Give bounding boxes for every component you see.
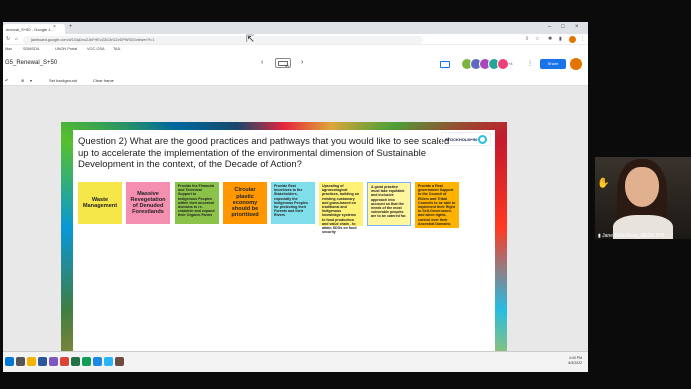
jamboard-canvas[interactable]: Question 2) What are the good practices … bbox=[3, 86, 588, 372]
chrome-icon[interactable] bbox=[60, 357, 69, 366]
clock-date: 6/3/2022 bbox=[568, 361, 582, 365]
logo-text: STOCKHOLM+50 bbox=[445, 137, 478, 142]
sticky-note[interactable]: Upscaling of agroecological practices, b… bbox=[319, 182, 363, 234]
jamboard-header: G5_Renewal_S+50 ‹ 5/5 › +4 ⋮ Share bbox=[3, 53, 588, 75]
user-avatar[interactable] bbox=[570, 58, 582, 70]
word-icon[interactable] bbox=[38, 357, 47, 366]
zoom-icon[interactable]: ⊕ bbox=[21, 78, 24, 83]
more-options-icon[interactable]: ⋮ bbox=[527, 60, 533, 67]
url-text: jamboard.google.com/d/1GqDnoZJbFHEvZ3G3r… bbox=[31, 37, 155, 42]
minimize-icon[interactable]: – bbox=[548, 24, 551, 30]
excel-icon[interactable] bbox=[71, 357, 80, 366]
mouse-cursor-icon: ⇱ bbox=[246, 34, 255, 45]
question-text: Question 2) What are the good practices … bbox=[78, 136, 450, 170]
sidebar-icon[interactable]: ▮ bbox=[559, 36, 562, 42]
menu-icon[interactable]: ⋮ bbox=[580, 36, 585, 42]
new-tab-icon[interactable]: + bbox=[69, 24, 73, 30]
slide-frame: Question 2) What are the good practices … bbox=[61, 122, 507, 372]
set-background-button[interactable]: Set background bbox=[49, 78, 77, 83]
share-button[interactable]: Share bbox=[540, 59, 566, 69]
address-bar-row: ↻ ⌂ jamboard.google.com/d/1GqDnoZJbFHEvZ… bbox=[3, 34, 588, 45]
app-icon[interactable] bbox=[115, 357, 124, 366]
logo-mark-icon bbox=[478, 135, 487, 144]
next-frame-icon[interactable]: › bbox=[301, 59, 303, 66]
file-explorer-icon[interactable] bbox=[27, 357, 36, 366]
raise-hand-icon: ✋ bbox=[597, 178, 610, 189]
profile-icon[interactable] bbox=[569, 36, 576, 43]
bookmark-item[interactable]: Mac bbox=[5, 47, 12, 51]
extensions-icon[interactable]: ✱ bbox=[548, 36, 552, 42]
document-title[interactable]: G5_Renewal_S+50 bbox=[5, 60, 57, 66]
participant-face bbox=[625, 167, 659, 207]
url-field[interactable]: jamboard.google.com/d/1GqDnoZJbFHEvZ3G3r… bbox=[23, 35, 423, 44]
close-window-icon[interactable]: × bbox=[575, 24, 579, 30]
bookmark-item[interactable]: TAIL bbox=[113, 47, 121, 51]
maximize-icon[interactable]: □ bbox=[561, 24, 565, 30]
outlook-icon[interactable] bbox=[93, 357, 102, 366]
present-icon[interactable] bbox=[440, 61, 450, 68]
bookmark-item[interactable]: UNON Portal bbox=[55, 47, 77, 51]
home-icon[interactable]: ⌂ bbox=[15, 36, 18, 42]
reload-icon[interactable]: ↻ bbox=[6, 36, 10, 42]
frame-bar-button[interactable]: 5/5 bbox=[275, 58, 291, 68]
shared-screen: emoval_S+50 - Google J... × + – □ × ↻ ⌂ … bbox=[3, 22, 588, 372]
close-tab-icon[interactable]: × bbox=[53, 24, 56, 30]
clear-frame-button[interactable]: Clear frame bbox=[93, 78, 114, 83]
others-count: +4 bbox=[508, 61, 513, 66]
jamboard-toolbar: ↶ ⊕ ▾ Set background Clear frame bbox=[3, 75, 588, 86]
star-icon[interactable]: ☆ bbox=[535, 36, 539, 42]
undo-icon[interactable]: ↶ bbox=[5, 78, 8, 83]
start-icon[interactable] bbox=[5, 357, 14, 366]
bookmark-item[interactable]: SDMSDIL bbox=[23, 47, 40, 51]
sticky-note[interactable]: Waste Management bbox=[78, 182, 122, 224]
sticky-note[interactable]: Massive Revegetation of Denuded Forestla… bbox=[126, 182, 170, 224]
tab-title: emoval_S+50 - Google J... bbox=[6, 27, 54, 32]
app-icon[interactable] bbox=[82, 357, 91, 366]
participant-name: Jane Dela Rosa_NEDA PHL bbox=[602, 233, 666, 239]
sticky-note[interactable]: Provide a Real government Support to the… bbox=[415, 182, 459, 228]
taskbar: 4:40 PM 6/3/2022 bbox=[3, 351, 588, 372]
participant-video[interactable] bbox=[595, 157, 691, 239]
share-page-icon[interactable]: ⇪ bbox=[525, 36, 529, 42]
clock: 4:40 PM 6/3/2022 bbox=[568, 356, 582, 366]
zoom-dropdown-icon[interactable]: ▾ bbox=[30, 78, 32, 83]
bookmarks-bar: Mac SDMSDIL UNON Portal VOC-OSA TAIL bbox=[3, 45, 588, 53]
browser-tab-strip: emoval_S+50 - Google J... × + – □ × bbox=[3, 22, 588, 34]
slide-content: Question 2) What are the good practices … bbox=[73, 130, 495, 366]
stockholm-logo: STOCKHOLM+50 bbox=[441, 132, 491, 146]
share-label: Share bbox=[547, 61, 559, 66]
previous-frame-icon[interactable]: ‹ bbox=[261, 59, 263, 66]
sticky-note[interactable]: Provide Real Incentives to the Stakehold… bbox=[271, 182, 315, 224]
teams-icon[interactable] bbox=[49, 357, 58, 366]
sticky-note[interactable]: Circular plastic economy should be prior… bbox=[223, 182, 267, 224]
page-indicator: 5/5 bbox=[284, 64, 289, 68]
participant-name-label: ▮ Jane Dela Rosa_NEDA PHL bbox=[598, 233, 666, 239]
sticky-note[interactable]: Provide the Financial and Technical Supp… bbox=[175, 182, 219, 224]
zoom-app-icon[interactable] bbox=[104, 357, 113, 366]
sticky-note[interactable]: A good practice must take equitable and … bbox=[367, 182, 411, 226]
search-icon[interactable] bbox=[16, 357, 25, 366]
meeting-window: emoval_S+50 - Google J... × + – □ × ↻ ⌂ … bbox=[0, 0, 691, 389]
bookmark-item[interactable]: VOC-OSA bbox=[87, 47, 105, 51]
